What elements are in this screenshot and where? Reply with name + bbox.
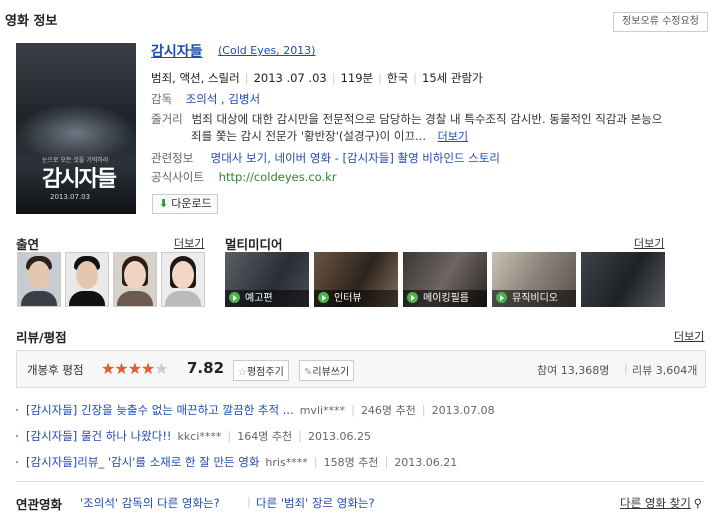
poster-title: 감시자들 bbox=[42, 166, 117, 192]
find-other-movies-label: 다른 영화 찾기 bbox=[620, 496, 691, 510]
star-icon: ☆ bbox=[238, 367, 247, 378]
divider bbox=[16, 481, 704, 482]
related-director-link[interactable]: '조의석' 감독의 다른 영화는? bbox=[80, 495, 220, 511]
related-movies-title: 연관영화 bbox=[16, 497, 63, 512]
participants-count: 참여 13,368명 bbox=[537, 364, 610, 377]
related-label: 관련정보 bbox=[151, 151, 194, 165]
review-date: 2013.07.08 bbox=[431, 404, 495, 417]
play-icon bbox=[318, 292, 329, 303]
director-label: 감독 bbox=[151, 92, 173, 106]
find-other-movies-link[interactable]: 다른 영화 찾기 ⚲ bbox=[620, 495, 702, 511]
movie-original-title[interactable]: (Cold Eyes, 2013) bbox=[218, 44, 315, 57]
review-date: 2013.06.25 bbox=[308, 430, 371, 443]
rating-summary: 개봉후 평점 ★★★★★ 7.82 ☆평점주기 ✎리뷰쓰기 참여 13,368명… bbox=[16, 350, 706, 388]
movie-basic-info: 범죄, 액션, 스릴러 | 2013 .07 .03 | 119분 | 한국 | 15세 관람가 bbox=[151, 71, 483, 85]
official-site-label: 공식사이트 bbox=[151, 170, 204, 184]
search-icon: ⚲ bbox=[693, 496, 703, 510]
cast-photo[interactable] bbox=[113, 252, 157, 307]
synopsis-more-link[interactable]: 더보기 bbox=[438, 130, 468, 143]
multimedia-label: 메이킹필름 bbox=[423, 293, 469, 304]
review-recommend: 164명 추천 bbox=[237, 430, 293, 443]
multimedia-label: 뮤직비디오 bbox=[512, 293, 558, 304]
rate-button[interactable]: ☆평점주기 bbox=[233, 360, 289, 381]
related-links[interactable]: 명대사 보기, 네이버 영화 - [감시자들] 촬영 비하인드 스토리 bbox=[211, 151, 500, 165]
review-title[interactable]: [감시자들] 물건 하나 나왔다!! bbox=[26, 429, 172, 443]
download-icon: ⬇ bbox=[159, 197, 169, 210]
related-genre-link[interactable]: 다른 '범죄' 장르 영화는? bbox=[256, 495, 375, 511]
write-review-button[interactable]: ✎리뷰쓰기 bbox=[299, 360, 355, 381]
report-error-button[interactable]: 정보오류 수정요청 bbox=[613, 12, 708, 32]
release-date: 2013 .07 .03 bbox=[253, 71, 327, 85]
synopsis-row: 줄거리 범죄 대상에 대한 감시만을 전문적으로 담당하는 경찰 내 특수조직 … bbox=[151, 111, 721, 127]
score-label: 개봉후 평점 bbox=[27, 363, 84, 377]
director-link[interactable]: 조의석 , 김병서 bbox=[186, 92, 260, 106]
director-row: 감독 조의석 , 김병서 bbox=[151, 91, 260, 107]
review-recommend: 158명 추천 bbox=[323, 456, 379, 469]
multimedia-item[interactable]: 예고편 bbox=[225, 252, 309, 307]
cast-more-link[interactable]: 더보기 bbox=[174, 235, 204, 251]
multimedia-item[interactable]: 메이킹필름 bbox=[403, 252, 487, 307]
review-item[interactable]: [감시자들]리뷰_ '감시'를 소재로 한 잘 만든 영화 hris**** | 15… bbox=[16, 454, 457, 470]
multimedia-title: 멀티미디어 bbox=[225, 237, 283, 252]
synopsis-row-2: 죄를 쫓는 감시 전문가 '황반장'(설경구)이 이끄... 더보기 bbox=[191, 128, 468, 144]
download-button[interactable]: ⬇ 다운로드 bbox=[152, 194, 218, 214]
star-rating: ★★★★★ bbox=[101, 359, 169, 378]
reviews-more-link[interactable]: 더보기 bbox=[674, 328, 704, 344]
review-recommend: 246명 추천 bbox=[360, 404, 416, 417]
review-item[interactable]: [감시자들] 긴장을 늦출수 없는 매끈하고 깔끔한 추적 ... mvli***… bbox=[16, 402, 495, 418]
review-author: kkci**** bbox=[177, 430, 222, 443]
synopsis-text-2: 죄를 쫓는 감시 전문가 '황반장'(설경구)이 이끄... bbox=[191, 129, 426, 143]
review-date: 2013.06.21 bbox=[394, 456, 458, 469]
movie-poster[interactable]: 눈으로 모든 것을 기억하라 감시자들 2013.07.03 bbox=[16, 43, 136, 214]
download-label: 다운로드 bbox=[171, 197, 212, 210]
review-author: mvli**** bbox=[299, 404, 346, 417]
review-title[interactable]: [감시자들] 긴장을 늦출수 없는 매끈하고 깔끔한 추적 ... bbox=[26, 403, 294, 417]
play-icon bbox=[496, 292, 507, 303]
official-site-link[interactable]: http://coldeyes.co.kr bbox=[219, 170, 337, 184]
age-rating: 15세 관람가 bbox=[422, 71, 483, 85]
review-count: 리뷰 3,604개 bbox=[632, 364, 698, 377]
movie-title-link[interactable]: 감시자들 bbox=[151, 41, 203, 61]
related-info-row: 관련정보 명대사 보기, 네이버 영화 - [감시자들] 촬영 비하인드 스토리 bbox=[151, 150, 500, 166]
write-review-label: 리뷰쓰기 bbox=[312, 367, 350, 378]
poster-date: 2013.07.03 bbox=[50, 193, 91, 201]
multimedia-label: 예고편 bbox=[245, 293, 273, 304]
score-value: 7.82 bbox=[187, 359, 225, 377]
cast-photo[interactable] bbox=[161, 252, 205, 307]
section-title: 영화 정보 bbox=[5, 14, 58, 29]
runtime: 119분 bbox=[340, 71, 374, 85]
play-icon bbox=[407, 292, 418, 303]
review-title[interactable]: [감시자들]리뷰_ '감시'를 소재로 한 잘 만든 영화 bbox=[26, 455, 259, 469]
cast-title: 출연 bbox=[16, 237, 40, 252]
review-author: hris**** bbox=[265, 456, 308, 469]
genre: 범죄, 액션, 스릴러 bbox=[151, 71, 240, 85]
multimedia-more-link[interactable]: 더보기 bbox=[634, 235, 664, 251]
rate-button-label: 평점주기 bbox=[246, 367, 284, 378]
multimedia-label: 인터뷰 bbox=[334, 293, 362, 304]
play-icon bbox=[229, 292, 240, 303]
cast-photo[interactable] bbox=[17, 252, 61, 307]
reviews-title: 리뷰/평점 bbox=[16, 330, 67, 345]
country: 한국 bbox=[387, 71, 409, 85]
synopsis-text: 범죄 대상에 대한 감시만을 전문적으로 담당하는 경찰 내 특수조직 감시반.… bbox=[191, 112, 663, 126]
cast-photo[interactable] bbox=[65, 252, 109, 307]
multimedia-item[interactable] bbox=[581, 252, 665, 307]
review-item[interactable]: [감시자들] 물건 하나 나왔다!! kkci**** | 164명 추천 | 2013.… bbox=[16, 428, 371, 444]
multimedia-item[interactable]: 인터뷰 bbox=[314, 252, 398, 307]
synopsis-label: 줄거리 bbox=[151, 112, 183, 126]
multimedia-item[interactable]: 뮤직비디오 bbox=[492, 252, 576, 307]
official-site-row: 공식사이트 http://coldeyes.co.kr bbox=[151, 169, 337, 185]
